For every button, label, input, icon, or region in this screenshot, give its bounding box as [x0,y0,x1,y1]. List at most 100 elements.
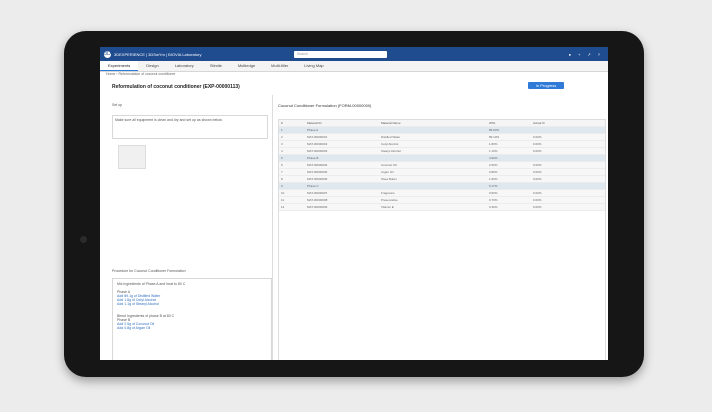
cell-6: 0.00% [533,142,542,146]
cell-3: MAT-00000003 [307,149,328,153]
cell-3: MAT-00000009 [307,205,328,209]
cell-5: 0.50% [489,191,498,195]
phase-row[interactable]: 1 Phase A 89.93% [279,127,605,134]
top-icons: ● + ↗ ? [569,52,600,57]
cell-4: Cetyl Alcohol [381,142,399,146]
cell-1: 4 [281,149,283,153]
equipment-image [118,145,146,169]
col-material-name: Material Name [381,121,401,125]
cell-6: 0.00% [533,205,542,209]
left-panel: Set up Make sure all equipment is clean … [100,95,273,360]
cell-4: Preservative [381,198,398,202]
brand: 3D 3DEXPERIENCE | 3DSwYm | BIOVIA Labora… [104,50,294,58]
share-icon[interactable]: ↗ [587,52,590,57]
cell-4: Coconut Oil [381,163,397,167]
tab-stimile[interactable]: Stimile [202,61,230,71]
formulation-grid: # Material ID Material Name Wt% Actual %… [278,119,606,360]
cell-5: 1.80% [489,142,498,146]
table-row[interactable]: 4 MAT-00000003 Stearyl Alcohol 1.10% 0.00% [279,148,605,155]
cell-3: Phase C [307,184,319,188]
tablet-camera [80,236,87,243]
phase-row[interactable]: 9 Phase C 5.17% [279,183,605,190]
cell-6: 0.00% [533,149,542,153]
cell-5: 0.70% [489,198,498,202]
col-index: # [281,121,283,125]
cell-5: 1.60% [489,177,498,181]
cell-4: Fragrance [381,191,395,195]
help-icon[interactable]: ? [598,52,600,57]
col-material-id: Material ID [307,121,322,125]
tab-laboratory[interactable]: Laboratory [167,61,202,71]
table-row[interactable]: 3 MAT-00000002 Cetyl Alcohol 1.80% 0.00% [279,141,605,148]
tab-experiments[interactable]: Experiments [100,61,139,71]
cell-3: MAT-00000007 [307,191,328,195]
cell-4: Distilled Water [381,135,401,139]
table-row[interactable]: 12 MAT-00000009 Vitamin E 0.30% 0.00% [279,204,605,211]
table-row[interactable]: 8 MAT-00000006 Shea Butter 1.60% 0.00% [279,176,605,183]
tab-design[interactable]: Design [138,61,166,71]
cell-5: 5.17% [489,184,498,188]
breadcrumb[interactable]: Home › Reformulation of coconut conditio… [106,72,175,76]
cell-6: 0.00% [533,191,542,195]
cell-6: 0.00% [533,198,542,202]
top-bar: 3D 3DEXPERIENCE | 3DSwYm | BIOVIA Labora… [100,47,608,61]
cell-5: 2.50% [489,163,498,167]
cell-4: Stearyl Alcohol [381,149,401,153]
brand-text: 3DEXPERIENCE | 3DSwYm | BIOVIA Laborator… [114,51,202,57]
panel-title: Coconut Conditioner Formulation (FORM-00… [278,103,372,108]
col-wt: Wt% [489,121,496,125]
cell-3: MAT-00000004 [307,163,328,167]
app-screen: 3D 3DEXPERIENCE | 3DSwYm | BIOVIA Labora… [100,47,608,360]
phase-row[interactable]: 5 Phase B 4.90% [279,155,605,162]
cell-3: MAT-00000002 [307,142,328,146]
col-actual: Actual % [533,121,545,125]
cell-6: 0.00% [533,135,542,139]
cell-1: 7 [281,170,283,174]
page-title: Reformulation of coconut conditioner (EX… [112,84,240,90]
add-icon[interactable]: + [578,52,580,57]
tab-livingmap[interactable]: Living Map [296,61,331,71]
tab-multifiller[interactable]: Multi-filler [263,61,296,71]
cell-4: Vitamin E [381,205,394,209]
search-input[interactable]: Search [294,50,387,58]
cell-3: Phase A [307,128,319,132]
table-row[interactable]: 11 MAT-00000008 Preservative 0.70% 0.00% [279,197,605,204]
cell-1: 5 [281,156,283,160]
app-logo-icon: 3D [104,50,111,58]
table-row[interactable]: 6 MAT-00000004 Coconut Oil 2.50% 0.00% [279,162,605,169]
cell-1: 3 [281,142,283,146]
cell-5: 0.30% [489,205,498,209]
formulation-panel: Coconut Conditioner Formulation (FORM-00… [274,95,608,360]
procedure-line-5: Add 1.1g of Stearyl Alcohol [117,302,160,306]
cell-3: MAT-00000001 [307,135,328,139]
cell-1: 10 [281,191,285,195]
procedure-title: Procedure for Coconut Conditioner Formul… [112,269,186,273]
cell-1: 1 [281,128,283,132]
cell-5: 4.90% [489,156,498,160]
user-icon[interactable]: ● [569,52,571,57]
procedure-box: Mix Ingredients of Phase A and heat to 8… [112,278,272,360]
cell-3: MAT-00000005 [307,170,328,174]
cell-3: MAT-00000008 [307,198,328,202]
cell-1: 12 [281,205,285,209]
cell-5: 0.80% [489,170,498,174]
table-row[interactable]: 2 MAT-00000001 Distilled Water 89.10% 0.00% [279,134,605,141]
setup-label: Set up [112,103,123,107]
tab-multiedge[interactable]: Multiedge [230,61,263,71]
cell-1: 9 [281,184,283,188]
cell-6: 0.00% [533,177,542,181]
table-header: # Material ID Material Name Wt% Actual % [279,120,605,127]
cell-5: 89.10% [489,135,500,139]
table-row[interactable]: 7 MAT-00000005 Argan Oil 0.80% 0.00% [279,169,605,176]
status-badge[interactable]: In Progress [528,82,564,89]
cell-1: 2 [281,135,283,139]
cell-3: Phase B [307,156,319,160]
cell-6: 0.00% [533,163,542,167]
table-row[interactable]: 10 MAT-00000007 Fragrance 0.50% 0.00% [279,190,605,197]
cell-4: Argan Oil [381,170,394,174]
cell-5: 1.10% [489,149,498,153]
cell-6: 0.00% [533,170,542,174]
cell-1: 11 [281,198,285,202]
tab-bar: Experiments Design Laboratory Stimile Mu… [100,61,608,72]
procedure-line-9: Add 0.8g of Argan Oil [117,326,151,330]
